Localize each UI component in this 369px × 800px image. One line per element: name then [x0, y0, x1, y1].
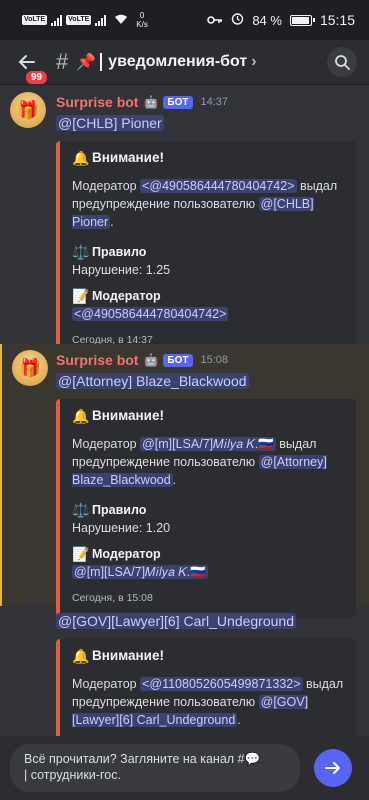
moderator-mention[interactable]: @[m][LSA/7]𝑀𝑖𝑙𝑦𝑎 𝐾.🇷🇺: [140, 437, 276, 451]
bell-icon: 🔔: [72, 648, 90, 664]
signal-icon: [51, 14, 63, 26]
channel-name: уведомления-бот: [108, 53, 248, 70]
system-status-bar: VoLTE VoLTE 0 K/s 84 % 15:15: [0, 0, 369, 40]
violation-value: Нарушение: 1.25: [72, 263, 171, 277]
field-label-moderator: Модератор: [92, 289, 161, 303]
sim1-volte-badge: VoLTE: [22, 15, 48, 25]
clock: 15:15: [319, 12, 355, 28]
robot-icon: 🤖: [143, 95, 159, 109]
user-mention[interactable]: @[Attorney] Blaze_Blackwood: [56, 373, 249, 389]
avatar[interactable]: 🎁: [12, 350, 48, 386]
chevron-right-icon: ›: [251, 53, 257, 70]
user-mention[interactable]: @[CHLB] Pioner: [56, 115, 164, 131]
pin-icon: 📌: [76, 54, 97, 71]
signal-icon: [95, 14, 107, 26]
bot-tag: БОТ: [163, 353, 193, 367]
field-label-moderator: Модератор: [92, 547, 161, 561]
battery-percent: 84 %: [252, 12, 282, 28]
back-button[interactable]: 99: [12, 47, 50, 86]
search-icon: [335, 55, 350, 70]
message-input[interactable]: Всё прочитали? Загляните на канал #💬 | с…: [10, 744, 300, 792]
channel-title[interactable]: уведомления-бот ›: [100, 53, 257, 71]
send-button[interactable]: [314, 749, 352, 787]
message-composer: Всё прочитали? Загляните на канал #💬 | с…: [0, 736, 369, 800]
search-button[interactable]: [327, 47, 357, 77]
memo-icon: 📝: [72, 288, 90, 304]
embed-description: Модератор <@1108052605499871332> выдал п…: [72, 677, 344, 727]
message: 🎁 Surprise bot 🤖 БОТ 15:08 @[Attorney] B…: [0, 344, 369, 617]
unread-badge: 99: [24, 69, 50, 86]
field-label-rule: Правило: [92, 245, 147, 259]
user-mention[interactable]: @[GOV][Lawyer][6] Carl_Undeground: [56, 613, 296, 629]
timestamp: 14:37: [200, 96, 229, 108]
embed: 🔔 Внимание! Модератор <@49058644478040474…: [56, 141, 356, 359]
robot-icon: 🤖: [143, 353, 159, 367]
divider: [100, 53, 103, 71]
bell-icon: 🔔: [72, 150, 90, 166]
sim2-volte-badge: VoLTE: [66, 15, 92, 25]
gift-icon: 🎁: [16, 99, 40, 120]
memo-icon: 📝: [72, 546, 90, 562]
embed-description: Модератор <@490586444780404742> выдал пр…: [72, 179, 338, 229]
avatar[interactable]: 🎁: [10, 92, 46, 128]
embed: 🔔 Внимание! Модератор <@11080526054998713…: [56, 639, 356, 736]
message: @[GOV][Lawyer][6] Carl_Undeground 🔔 Внима…: [0, 606, 369, 736]
battery-icon: [289, 14, 315, 26]
embed-footer: Сегодня, в 15:08: [72, 592, 153, 604]
embed: 🔔 Внимание! Модератор @[m][LSA/7]𝑀𝑖𝑙𝑦𝑎 𝐾.…: [56, 399, 356, 617]
bot-tag: БОТ: [163, 95, 193, 109]
message: 🎁 Surprise bot 🤖 БОТ 14:37 @[CHLB] Pione…: [0, 86, 369, 359]
wifi-icon: [114, 13, 128, 28]
scales-icon: ⚖️: [72, 502, 90, 518]
timestamp: 15:08: [200, 354, 229, 366]
field-label-rule: Правило: [92, 503, 147, 517]
embed-description: Модератор @[m][LSA/7]𝑀𝑖𝑙𝑦𝑎 𝐾.🇷🇺 выдал пр…: [72, 437, 327, 487]
moderator-mention[interactable]: <@490586444780404742>: [72, 307, 229, 321]
moderator-mention[interactable]: <@1108052605499871332>: [140, 677, 303, 691]
moderator-mention[interactable]: <@490586444780404742>: [140, 179, 297, 193]
arrow-right-icon: [325, 762, 340, 774]
network-speed: 0 K/s: [136, 11, 148, 29]
embed-title: Внимание!: [92, 648, 164, 663]
scales-icon: ⚖️: [72, 244, 90, 260]
embed-title: Внимание!: [92, 150, 164, 165]
message-feed[interactable]: 🎁 Surprise bot 🤖 БОТ 14:37 @[CHLB] Pione…: [0, 86, 369, 736]
author-name[interactable]: Surprise bot: [56, 352, 138, 368]
channel-header: 99 # 📌 уведомления-бот ›: [0, 40, 369, 86]
embed-title: Внимание!: [92, 408, 164, 423]
moderator-mention[interactable]: @[m][LSA/7]𝑀𝑖𝑙𝑦𝑎 𝐾.🇷🇺: [72, 565, 208, 579]
key-icon: [207, 13, 223, 28]
author-name[interactable]: Surprise bot: [56, 94, 138, 110]
hash-icon: #: [56, 49, 69, 74]
violation-value: Нарушение: 1.20: [72, 521, 171, 535]
alarm-icon: [231, 12, 244, 28]
gift-icon: 🎁: [18, 357, 42, 378]
bell-icon: 🔔: [72, 408, 90, 424]
